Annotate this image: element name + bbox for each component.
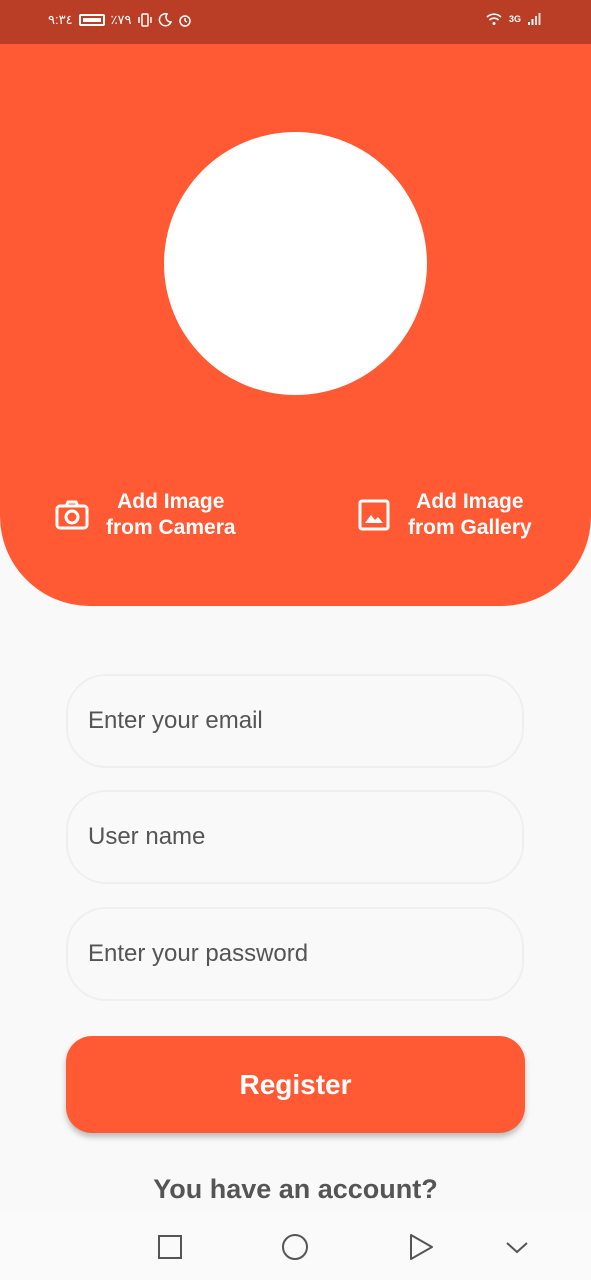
moon-icon [158, 13, 172, 27]
wifi-icon [486, 13, 502, 25]
battery-icon [78, 14, 105, 26]
camera-action-text: Add Image from Camera [106, 489, 236, 541]
gallery-action-text: Add Image from Gallery [408, 489, 532, 541]
register-button[interactable]: Register [66, 1036, 525, 1133]
navigation-bar [0, 1214, 591, 1280]
vibrate-icon [137, 13, 152, 27]
status-bar: ٩:٣٤ ٪٧٩ 3G [0, 0, 591, 44]
add-image-camera-button[interactable]: Add Image from Camera [54, 489, 236, 541]
status-left: ٩:٣٤ ٪٧٩ [48, 12, 192, 28]
recent-apps-icon[interactable] [155, 1232, 185, 1262]
back-icon[interactable] [406, 1232, 436, 1262]
gallery-action-line2: from Gallery [408, 516, 532, 539]
image-icon [358, 499, 390, 531]
camera-action-line1: Add Image [117, 490, 225, 513]
email-field[interactable] [66, 674, 524, 768]
battery-percent: ٪٧٩ [110, 12, 132, 27]
gallery-action-line1: Add Image [416, 490, 524, 513]
profile-header: Add Image from Camera Add Image from Gal… [0, 44, 591, 606]
login-link[interactable]: You have an account? [0, 1174, 591, 1205]
home-icon[interactable] [280, 1232, 310, 1262]
status-right: 3G [485, 12, 541, 26]
camera-icon [55, 500, 89, 530]
chevron-down-icon[interactable] [502, 1232, 532, 1262]
add-image-gallery-button[interactable]: Add Image from Gallery [356, 489, 532, 541]
password-field[interactable] [66, 907, 524, 1001]
status-time: ٩:٣٤ [48, 12, 73, 27]
network-type: 3G [508, 14, 521, 24]
camera-action-line2: from Camera [106, 516, 236, 539]
username-field[interactable] [66, 790, 524, 884]
alarm-icon [178, 15, 191, 27]
avatar[interactable] [164, 132, 427, 395]
signal-icon [528, 13, 541, 25]
